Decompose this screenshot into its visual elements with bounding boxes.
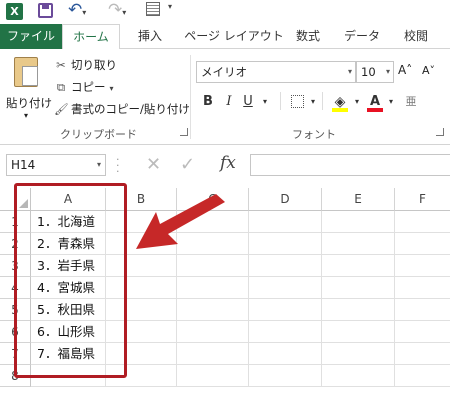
grid-cell[interactable] <box>322 299 395 321</box>
undo-icon[interactable]: ↶▾ <box>68 0 86 20</box>
clipboard-launcher-icon[interactable] <box>180 128 188 136</box>
font-launcher-icon[interactable] <box>436 128 444 136</box>
copy-icon: ⧉ <box>56 80 66 94</box>
grid-cell[interactable] <box>177 277 249 299</box>
fill-color-dropdown[interactable]: ▾ <box>352 92 362 112</box>
qat-more-icon[interactable]: ▾ <box>168 2 172 11</box>
font-name-select[interactable]: メイリオ ▾ <box>196 61 356 83</box>
column-header-d[interactable]: D <box>249 188 322 211</box>
font-group-label: フォント <box>292 128 336 141</box>
grid-cell[interactable] <box>395 343 450 365</box>
font-color-dropdown[interactable]: ▾ <box>386 92 396 112</box>
scissors-icon: ✂ <box>56 58 66 72</box>
tab-insert[interactable]: 挿入 <box>130 24 170 49</box>
formula-bar: H14 ▾ · · · ✕ ✓ fx <box>0 146 450 182</box>
column-header-f[interactable]: F <box>395 188 450 211</box>
grid-cell[interactable] <box>249 343 322 365</box>
tab-data[interactable]: データ <box>338 24 386 49</box>
grow-font-button[interactable]: A˄ <box>398 63 412 77</box>
fill-color-swatch <box>332 108 348 112</box>
insert-function-button[interactable]: fx <box>220 153 236 173</box>
tab-review[interactable]: 校閲 <box>396 24 436 49</box>
grid-cell[interactable] <box>177 343 249 365</box>
grid-cell[interactable] <box>395 365 450 387</box>
borders-button[interactable] <box>288 92 306 112</box>
grid-cell[interactable] <box>395 233 450 255</box>
tab-home[interactable]: ホーム <box>62 24 120 50</box>
font-color-swatch <box>367 108 383 112</box>
excel-logo-icon: X <box>6 3 23 20</box>
borders-dropdown[interactable]: ▾ <box>308 92 318 112</box>
grid-cell[interactable] <box>249 321 322 343</box>
formula-input[interactable] <box>250 154 450 176</box>
resize-handle-icon[interactable]: · · · <box>116 154 120 177</box>
cancel-icon[interactable]: ✕ <box>146 154 161 175</box>
grid-cell[interactable] <box>322 277 395 299</box>
bold-button[interactable]: B <box>200 92 216 112</box>
grid-cell[interactable] <box>322 211 395 233</box>
phonetic-button[interactable]: 亜 <box>404 92 418 112</box>
grid-cell[interactable] <box>249 233 322 255</box>
underline-dropdown[interactable]: ▾ <box>260 92 270 112</box>
grid-cell[interactable] <box>249 211 322 233</box>
borders-icon <box>290 95 304 108</box>
grid-cell[interactable] <box>249 255 322 277</box>
separator <box>280 92 281 110</box>
name-box[interactable]: H14 ▾ <box>6 154 106 176</box>
tab-formulas[interactable]: 数式 <box>288 24 328 49</box>
italic-button[interactable]: I <box>222 92 236 112</box>
grid-cell[interactable] <box>177 365 249 387</box>
paste-label: 貼り付け <box>6 96 52 110</box>
grid-cell[interactable] <box>177 299 249 321</box>
grid-cell[interactable] <box>322 365 395 387</box>
grid-cell[interactable] <box>395 255 450 277</box>
annotation-arrow-icon <box>136 194 225 249</box>
clipboard-group-label: クリップボード <box>60 128 137 141</box>
grid-cell[interactable] <box>249 299 322 321</box>
arrow-shape <box>136 194 225 249</box>
grid-cell[interactable] <box>395 299 450 321</box>
shrink-font-button[interactable]: A˅ <box>422 64 435 77</box>
group-separator <box>190 55 191 139</box>
grid-cell[interactable] <box>322 321 395 343</box>
grid-cell[interactable] <box>177 255 249 277</box>
annotation-highlight-box <box>14 183 127 378</box>
grid-cell[interactable] <box>322 343 395 365</box>
tab-file[interactable]: ファイル <box>0 24 62 49</box>
grid-cell[interactable] <box>322 233 395 255</box>
paintbrush-icon: 🖌 <box>54 102 69 116</box>
font-size-select[interactable]: 10 ▾ <box>356 61 394 83</box>
column-header-e[interactable]: E <box>322 188 395 211</box>
enter-icon[interactable]: ✓ <box>180 154 195 175</box>
underline-button[interactable]: U <box>240 92 256 112</box>
grid-cell[interactable] <box>177 321 249 343</box>
clipboard-icon <box>14 57 38 87</box>
chevron-down-icon: ▾ <box>24 111 29 120</box>
grid-cell[interactable] <box>395 211 450 233</box>
paste-button[interactable]: 貼り付け ▾ <box>4 53 52 120</box>
save-icon[interactable] <box>38 3 53 18</box>
tab-page-layout[interactable]: ページ レイアウト <box>182 24 286 49</box>
cut-button[interactable]: ✂ 切り取り <box>54 55 117 75</box>
copy-button[interactable]: ⧉ コピー ▾ <box>54 77 114 97</box>
grid-cell[interactable] <box>322 255 395 277</box>
customize-qat-icon[interactable] <box>146 2 160 16</box>
grid-cell[interactable] <box>395 277 450 299</box>
grid-cell[interactable] <box>249 365 322 387</box>
separator <box>322 92 323 110</box>
format-painter-button[interactable]: 🖌 書式のコピー/貼り付け <box>54 99 190 119</box>
grid-cell[interactable] <box>249 277 322 299</box>
ribbon-home: 貼り付け ▾ ✂ 切り取り ⧉ コピー ▾ 🖌 書式のコピー/貼り付け クリップボード … <box>0 49 450 145</box>
ribbon-tabs: ファイル ホーム 挿入 ページ レイアウト 数式 データ 校閲 <box>0 24 450 50</box>
grid-cell[interactable] <box>395 321 450 343</box>
redo-icon[interactable]: ↷▾ <box>108 0 126 20</box>
quick-access-toolbar: X ↶▾ ↷▾ ▾ <box>0 0 450 24</box>
